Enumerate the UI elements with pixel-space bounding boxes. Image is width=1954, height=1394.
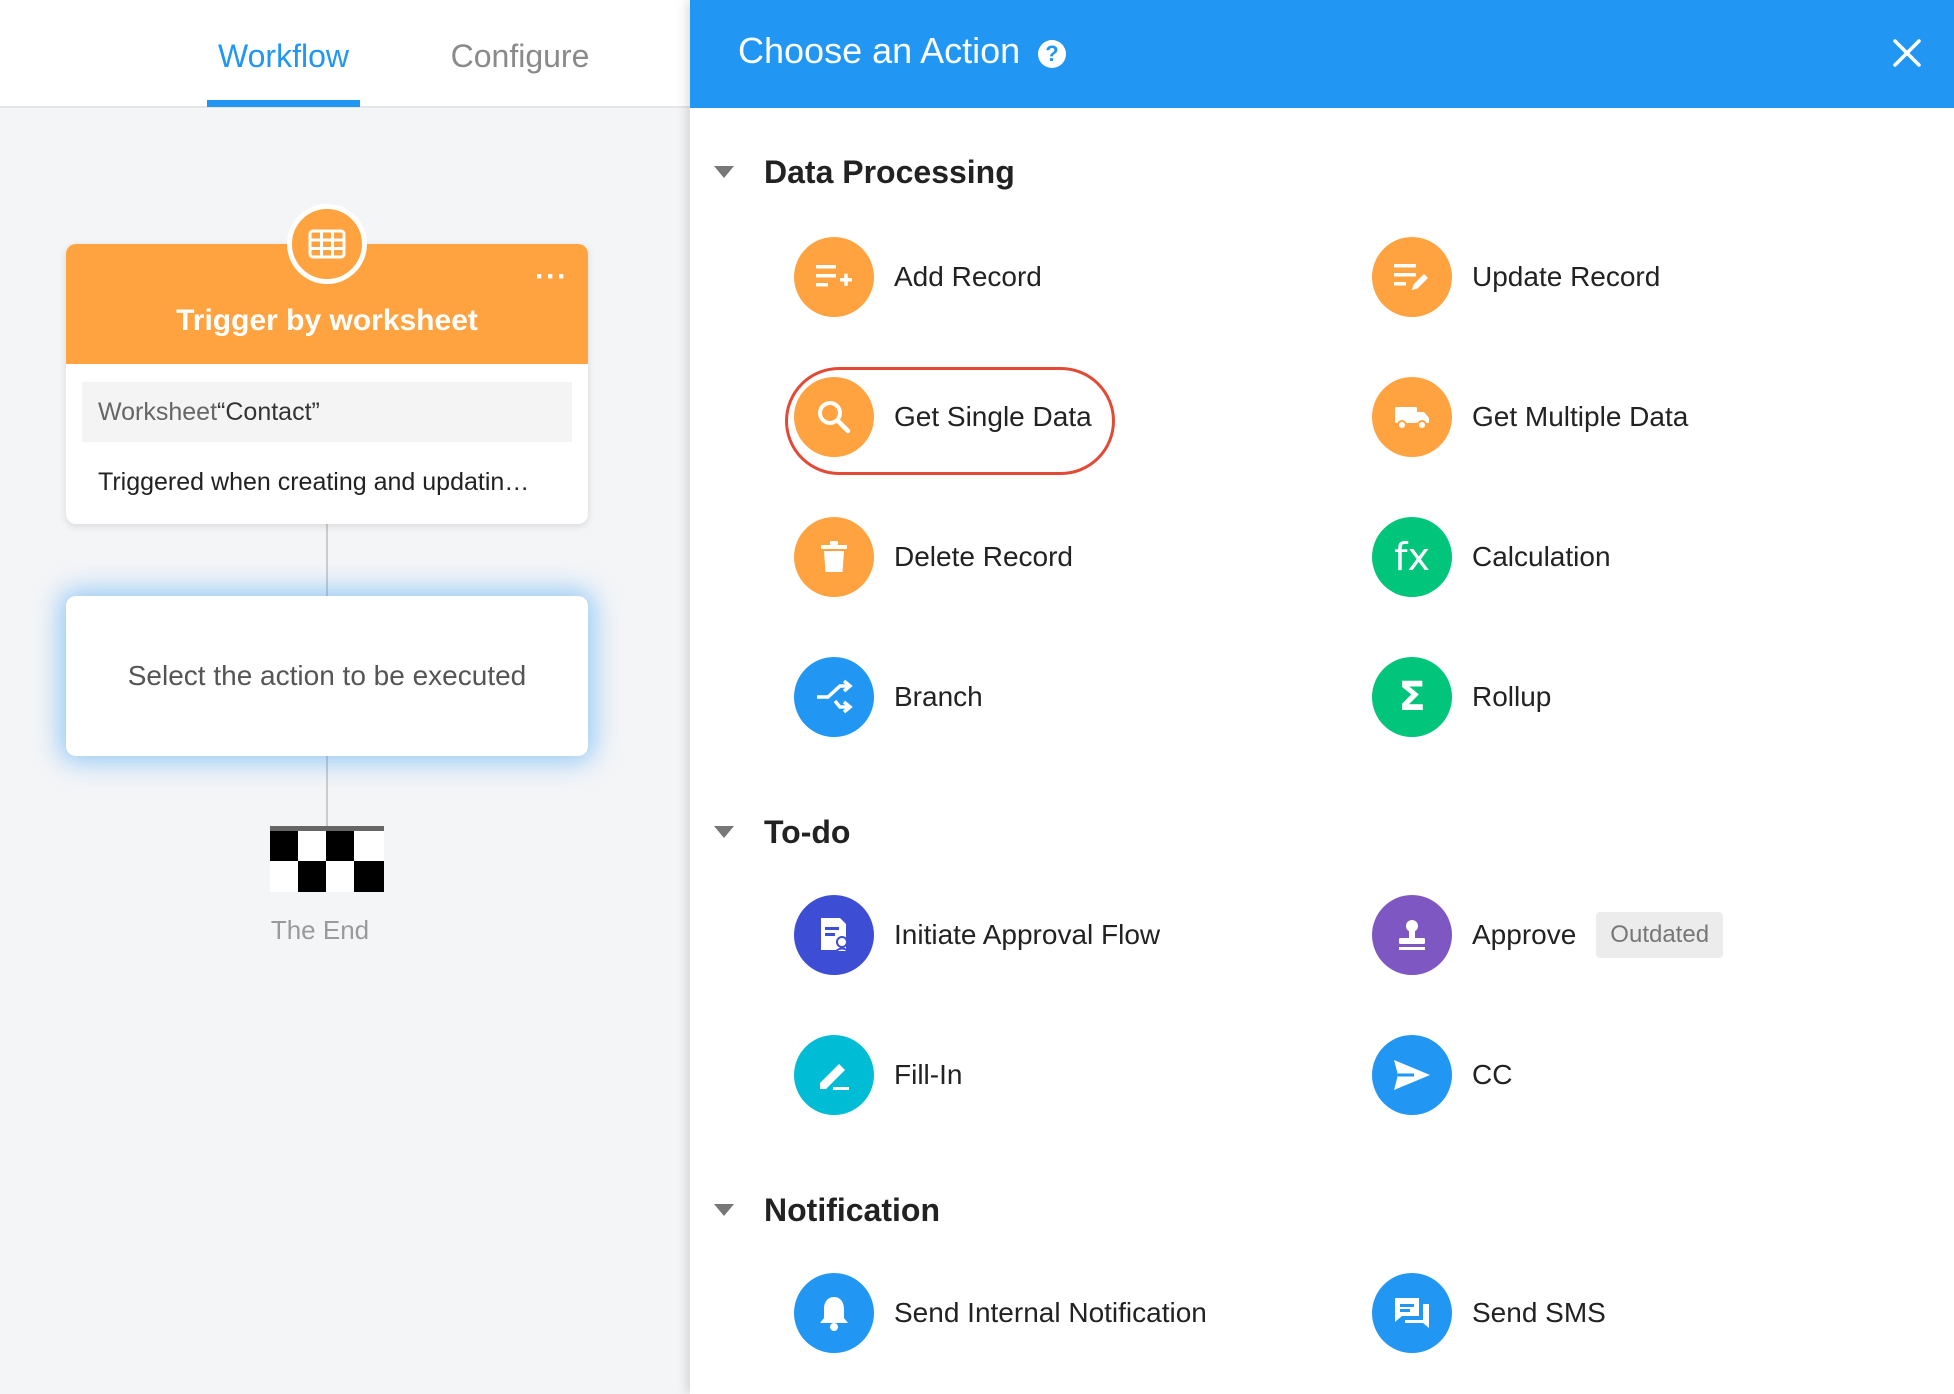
formula-icon: fx: [1372, 517, 1452, 597]
action-send-internal-notification[interactable]: Send Internal Notification: [794, 1272, 1207, 1354]
section-notification[interactable]: Notification: [714, 1188, 940, 1232]
collapse-caret-icon: [714, 1204, 734, 1216]
outdated-badge: Outdated: [1596, 912, 1724, 958]
end-label: The End: [270, 915, 370, 945]
panel-header: Choose an Action ?: [690, 0, 1954, 108]
select-action-node[interactable]: Select the action to be executed: [66, 596, 588, 756]
panel-title: Choose an Action: [738, 30, 1021, 71]
sigma-glyph: Σ: [1398, 674, 1426, 720]
trigger-worksheet-info: Worksheet“Contact”: [82, 382, 572, 442]
action-label: Send SMS: [1472, 1297, 1606, 1328]
action-add-record[interactable]: Add Record: [794, 236, 1042, 318]
tab-configure[interactable]: Configure: [440, 0, 600, 108]
section-title: Notification: [764, 1191, 940, 1228]
more-options-icon[interactable]: ···: [535, 260, 568, 294]
section-todo[interactable]: To-do: [714, 810, 850, 854]
action-update-record[interactable]: Update Record: [1372, 236, 1660, 318]
action-label: Add Record: [894, 261, 1042, 292]
action-fill-in[interactable]: Fill-In: [794, 1034, 962, 1116]
add-record-icon: [794, 237, 874, 317]
action-label: Approve: [1472, 919, 1577, 950]
trigger-description: Triggered when creating and updatin…: [98, 468, 530, 496]
help-icon[interactable]: ?: [1038, 40, 1066, 68]
action-label: Get Single Data: [894, 401, 1092, 432]
action-label: Rollup: [1472, 681, 1552, 712]
section-title: To-do: [764, 813, 851, 850]
section-data-processing[interactable]: Data Processing: [714, 150, 1015, 194]
stamp-icon: [1372, 895, 1452, 975]
collapse-caret-icon: [714, 826, 734, 838]
action-label: Initiate Approval Flow: [894, 919, 1161, 950]
active-tab-indicator: [207, 100, 360, 107]
action-label: Update Record: [1472, 261, 1661, 292]
bell-icon: [794, 1273, 874, 1353]
action-label: Get Multiple Data: [1472, 401, 1689, 432]
worksheet-key: Worksheet: [98, 398, 218, 426]
workflow-canvas: Workflow Configure ··· Trigger by worksh…: [0, 0, 690, 1394]
action-rollup[interactable]: Σ Rollup: [1372, 656, 1551, 738]
sigma-icon: Σ: [1372, 657, 1452, 737]
action-initiate-approval-flow[interactable]: Initiate Approval Flow: [794, 894, 1160, 976]
action-get-multiple-data[interactable]: Get Multiple Data: [1372, 376, 1688, 458]
trigger-node-title: Trigger by worksheet: [176, 304, 478, 337]
action-calculation[interactable]: fx Calculation: [1372, 516, 1611, 598]
action-cc[interactable]: CC: [1372, 1034, 1512, 1116]
worksheet-value: “Contact”: [217, 398, 320, 426]
chat-bubble-icon: [1372, 1273, 1452, 1353]
send-icon: [1372, 1035, 1452, 1115]
action-label: Branch: [894, 681, 983, 712]
tab-workflow[interactable]: Workflow: [207, 0, 360, 108]
action-get-single-data[interactable]: Get Single Data: [794, 376, 1092, 458]
trigger-node[interactable]: ··· Trigger by worksheet Worksheet“Conta…: [66, 244, 588, 524]
action-approve[interactable]: Approve Outdated: [1372, 894, 1724, 976]
action-label: Calculation: [1472, 541, 1611, 572]
connector-line: [326, 756, 328, 830]
worksheet-table-icon: [287, 204, 367, 284]
branch-icon: [794, 657, 874, 737]
action-send-sms[interactable]: Send SMS: [1372, 1272, 1606, 1354]
collapse-caret-icon: [714, 166, 734, 178]
formula-glyph: fx: [1394, 535, 1430, 579]
action-delete-record[interactable]: Delete Record: [794, 516, 1073, 598]
action-label: Delete Record: [894, 541, 1073, 572]
pencil-icon: [794, 1035, 874, 1115]
truck-icon: [1372, 377, 1452, 457]
action-label: CC: [1472, 1059, 1513, 1090]
search-icon: [794, 377, 874, 457]
connector-line: [326, 524, 328, 596]
action-label: Send Internal Notification: [894, 1297, 1207, 1328]
action-label: Fill-In: [894, 1059, 963, 1090]
update-record-icon: [1372, 237, 1452, 317]
choose-action-panel: Choose an Action ? Data Processing Add R…: [690, 0, 1954, 1394]
approval-document-icon: [794, 895, 874, 975]
finish-flag-icon: [270, 826, 384, 892]
action-branch[interactable]: Branch: [794, 656, 983, 738]
tab-bar: Workflow Configure: [0, 0, 690, 108]
section-title: Data Processing: [764, 153, 1015, 190]
trash-icon: [794, 517, 874, 597]
close-icon[interactable]: [1890, 36, 1924, 70]
